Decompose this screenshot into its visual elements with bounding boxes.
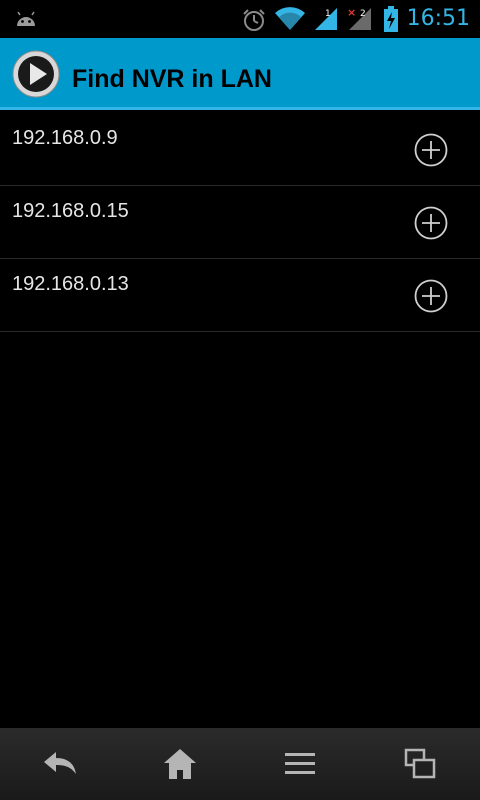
status-bar: 1 × 2 16:51: [0, 0, 480, 38]
page-title: Find NVR in LAN: [72, 65, 272, 93]
svg-text:1: 1: [325, 9, 331, 19]
device-ip-label: 192.168.0.9: [12, 127, 118, 149]
add-icon[interactable]: [414, 133, 448, 167]
device-ip-label: 192.168.0.13: [12, 273, 129, 295]
add-icon[interactable]: [414, 279, 448, 313]
home-icon[interactable]: [160, 746, 200, 782]
back-icon[interactable]: [40, 746, 80, 782]
alarm-icon: [243, 9, 265, 31]
signal-1-icon: 1: [315, 8, 337, 30]
list-item[interactable]: 192.168.0.13: [0, 259, 480, 332]
screen: 1 × 2 16:51 Find NVR in LAN 192.168.0.9: [0, 0, 480, 800]
action-bar: Find NVR in LAN: [0, 38, 480, 110]
list-item[interactable]: 192.168.0.9: [0, 113, 480, 186]
wifi-icon: [275, 7, 305, 30]
svg-text:2: 2: [360, 9, 366, 19]
device-list: 192.168.0.9 192.168.0.15 192.168.0.13: [0, 113, 480, 332]
list-item[interactable]: 192.168.0.15: [0, 186, 480, 259]
status-time: 16:51: [406, 6, 470, 31]
android-icon: [17, 11, 35, 26]
play-icon[interactable]: [12, 50, 60, 98]
navigation-bar: [0, 728, 480, 800]
battery-charging-icon: [384, 6, 398, 32]
recent-apps-icon[interactable]: [400, 746, 440, 782]
device-ip-label: 192.168.0.15: [12, 200, 129, 222]
signal-2-no-service-icon: × 2: [347, 6, 371, 30]
menu-icon[interactable]: [280, 746, 320, 782]
add-icon[interactable]: [414, 206, 448, 240]
svg-text:×: ×: [347, 6, 356, 19]
